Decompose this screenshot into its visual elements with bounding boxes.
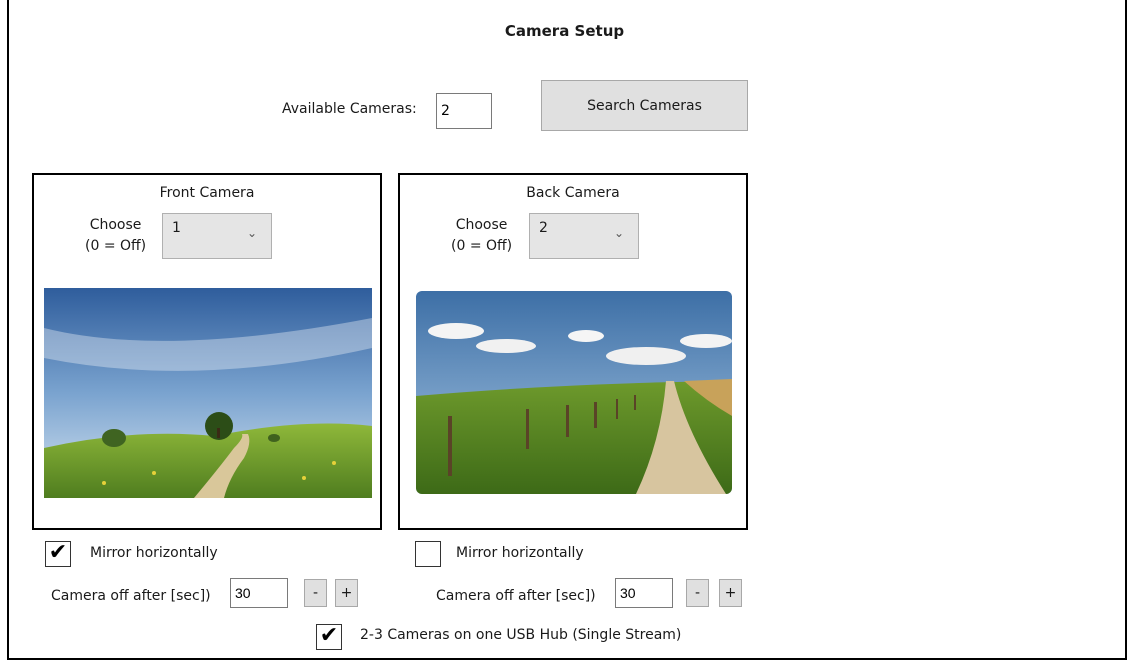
back-camera-selected-value: 2 <box>539 220 548 236</box>
front-camera-selected-value: 1 <box>172 220 181 236</box>
front-choose-hint: (0 = Off) <box>85 238 147 254</box>
front-increment-button[interactable]: + <box>335 579 358 607</box>
available-cameras-field[interactable] <box>436 93 492 129</box>
search-cameras-button[interactable]: Search Cameras <box>541 80 748 131</box>
back-choose-label: Choose (0 = Off) <box>451 215 512 257</box>
back-mirror-checkbox[interactable] <box>415 541 441 567</box>
back-camera-panel: Back Camera Choose (0 = Off) 2 ⌄ <box>398 173 748 530</box>
chevron-down-icon: ⌄ <box>246 226 257 240</box>
back-choose-hint: (0 = Off) <box>451 238 513 254</box>
front-camera-preview <box>44 288 372 498</box>
back-increment-button[interactable]: + <box>719 579 742 607</box>
front-off-seconds-field[interactable] <box>230 578 288 608</box>
front-mirror-checkbox[interactable]: ✔ <box>45 541 71 567</box>
available-cameras-label: Available Cameras: <box>282 101 417 117</box>
front-camera-panel: Front Camera Choose (0 = Off) 1 ⌄ <box>32 173 382 530</box>
front-choose-text: Choose <box>89 217 142 233</box>
check-icon: ✔ <box>48 540 68 565</box>
check-icon: ✔ <box>319 623 339 648</box>
front-off-label: Camera off after [sec]) <box>51 588 211 604</box>
back-camera-title: Back Camera <box>526 185 620 201</box>
back-off-label: Camera off after [sec]) <box>436 588 596 604</box>
back-camera-preview <box>416 291 732 494</box>
page-title: Camera Setup <box>504 22 625 40</box>
front-choose-label: Choose (0 = Off) <box>85 215 146 257</box>
back-mirror-label: Mirror horizontally <box>456 545 584 561</box>
back-camera-select[interactable]: 2 ⌄ <box>529 213 639 259</box>
front-mirror-label: Mirror horizontally <box>90 545 218 561</box>
back-choose-text: Choose <box>455 217 508 233</box>
back-off-seconds-field[interactable] <box>615 578 673 608</box>
front-camera-title: Front Camera <box>159 185 255 201</box>
chevron-down-icon: ⌄ <box>613 226 624 240</box>
back-decrement-button[interactable]: - <box>686 579 709 607</box>
front-decrement-button[interactable]: - <box>304 579 327 607</box>
front-camera-select[interactable]: 1 ⌄ <box>162 213 272 259</box>
usb-hub-checkbox[interactable]: ✔ <box>316 624 342 650</box>
